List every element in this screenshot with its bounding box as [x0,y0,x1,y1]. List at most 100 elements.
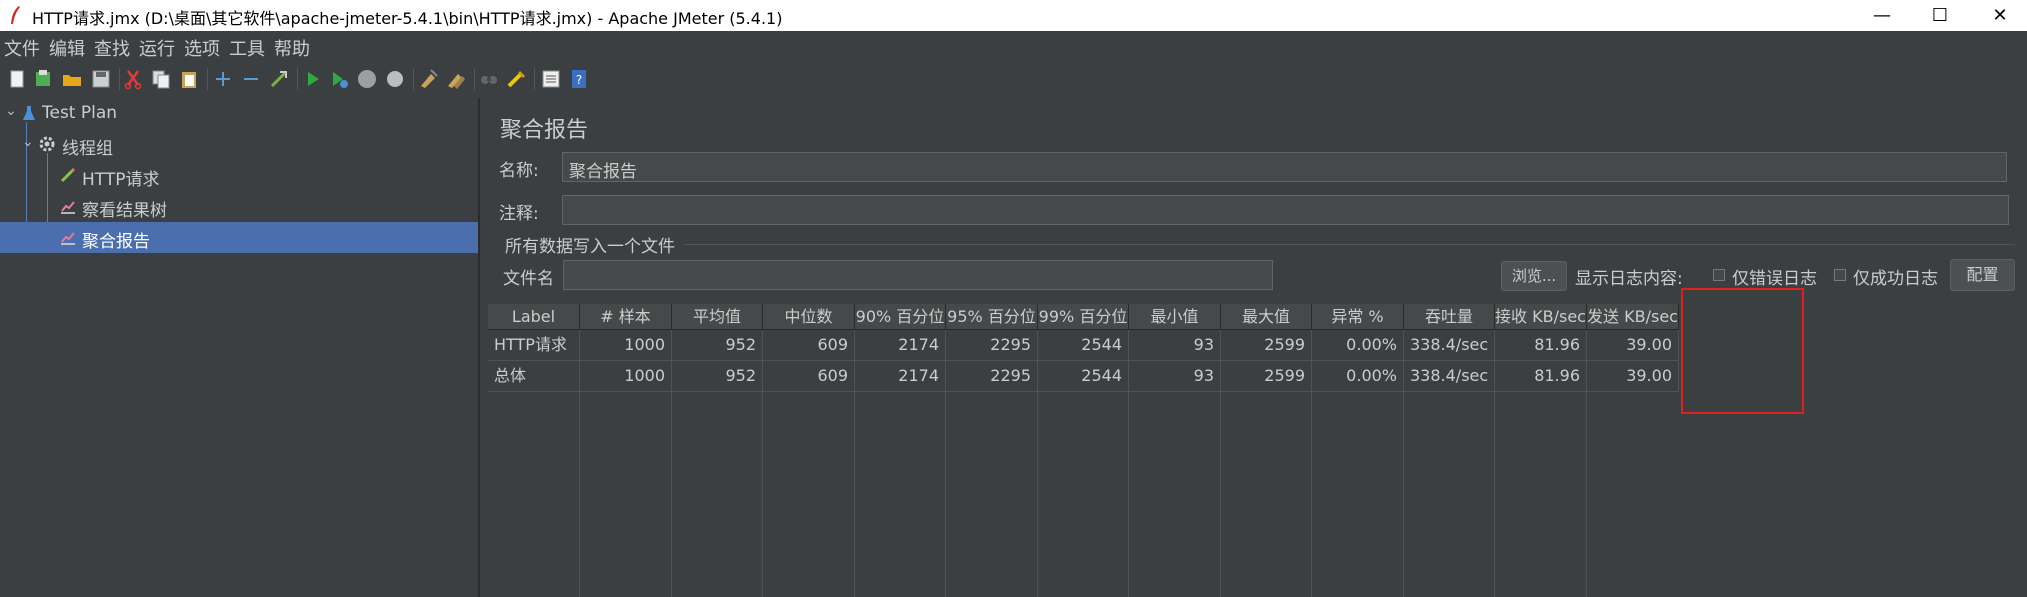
table-cell[interactable]: 952 [672,330,763,361]
collapse-icon[interactable] [240,68,262,90]
column-header-sent-kb[interactable]: 发送 KB/sec [1587,304,1679,330]
help-icon[interactable]: ? [568,68,590,90]
table-cell[interactable]: 338.4/sec [1404,330,1495,361]
flask-icon [23,106,35,120]
table-cell[interactable]: 39.00 [1587,361,1679,392]
column-header-samples[interactable]: # 样本 [580,304,672,330]
jmeter-feather-icon [11,6,20,24]
chevron-down-icon[interactable]: ⌄ [22,134,34,150]
tree-node-test-plan[interactable]: ⌄ Test Plan [0,98,478,129]
table-cell[interactable]: 338.4/sec [1404,361,1495,392]
window-title: HTTP请求.jmx (D:\桌面\其它软件\apache-jmeter-5.4… [32,9,783,28]
table-cell[interactable]: 1000 [580,361,672,392]
file-group-title: 所有数据写入一个文件 [505,237,675,257]
table-cell[interactable]: 2174 [855,361,946,392]
table-cell[interactable]: 39.00 [1587,330,1679,361]
table-cell[interactable]: 952 [672,361,763,392]
expand-icon[interactable] [212,68,234,90]
throughput-highlight-box [1681,288,1804,414]
clear-icon[interactable] [417,68,439,90]
column-header-label[interactable]: Label [488,304,580,330]
tree-node-thread-group[interactable]: ⌄ 线程组 [0,129,478,160]
page-title: 聚合报告 [500,118,589,143]
menu-search[interactable]: 查找 [94,35,130,61]
table-cell[interactable]: 2544 [1038,330,1129,361]
close-button[interactable]: ✕ [1970,0,2027,31]
table-cell[interactable]: 2599 [1221,361,1312,392]
menu-options[interactable]: 选项 [184,35,220,61]
errors-only-label: 仅错误日志 [1732,269,1817,289]
start-no-timers-icon[interactable] [328,68,350,90]
cut-icon[interactable] [122,68,144,90]
column-header-throughput[interactable]: 吞吐量 [1404,304,1495,330]
tree-node-view-results-tree[interactable]: 察看结果树 [0,191,478,222]
column-header-average[interactable]: 平均值 [672,304,763,330]
filename-field[interactable] [563,260,1273,290]
paste-icon[interactable] [178,68,200,90]
errors-only-checkbox[interactable] [1713,269,1725,281]
start-icon[interactable] [302,68,324,90]
chart-icon [61,201,75,214]
column-header-max[interactable]: 最大值 [1221,304,1312,330]
name-label: 名称: [499,161,539,181]
table-cell[interactable]: 2174 [855,330,946,361]
table-cell[interactable]: 81.96 [1495,361,1587,392]
search-icon[interactable] [478,68,500,90]
save-icon[interactable] [90,68,112,90]
browse-button[interactable]: 浏览... [1501,261,1567,291]
column-header-90-pct[interactable]: 90% 百分位 [855,304,946,330]
menu-edit[interactable]: 编辑 [49,35,85,61]
table-cell[interactable]: 2599 [1221,330,1312,361]
open-icon[interactable] [61,68,83,90]
filename-label: 文件名 [503,269,554,289]
log-content-label: 显示日志内容: [1575,269,1683,289]
table-cell[interactable]: 0.00% [1312,361,1404,392]
comment-field[interactable] [562,195,2009,225]
function-helper-icon[interactable] [540,68,562,90]
name-field[interactable]: 聚合报告 [562,152,2007,182]
column-header-min[interactable]: 最小值 [1129,304,1221,330]
templates-icon[interactable] [32,68,54,90]
minimize-button[interactable]: — [1852,0,1912,31]
reset-search-icon[interactable] [505,68,527,90]
column-header-95-pct[interactable]: 95% 百分位 [946,304,1038,330]
clear-all-icon[interactable] [445,68,467,90]
pencil-icon [60,167,76,183]
table-cell[interactable]: 0.00% [1312,330,1404,361]
window-title-bar: HTTP请求.jmx (D:\桌面\其它软件\apache-jmeter-5.4… [0,0,2027,31]
toggle-icon[interactable] [268,68,290,90]
success-only-checkbox[interactable] [1834,269,1846,281]
table-cell[interactable]: 609 [763,330,855,361]
table-cell[interactable]: 1000 [580,330,672,361]
shutdown-icon[interactable] [384,68,406,90]
menu-run[interactable]: 运行 [139,35,175,61]
column-header-99-pct[interactable]: 99% 百分位 [1038,304,1129,330]
chevron-down-icon[interactable]: ⌄ [5,103,17,119]
column-header-received-kb[interactable]: 接收 KB/sec [1495,304,1587,330]
table-cell[interactable]: 2295 [946,330,1038,361]
column-header-median[interactable]: 中位数 [763,304,855,330]
table-cell[interactable]: HTTP请求 [488,330,580,361]
table-cell[interactable]: 93 [1129,361,1221,392]
menu-bar: 文件 编辑 查找 运行 选项 工具 帮助 [0,31,2027,61]
new-icon[interactable] [6,68,28,90]
stop-icon[interactable] [356,68,378,90]
menu-help[interactable]: 帮助 [274,35,310,61]
tree-node-aggregate-report[interactable]: 聚合报告 [0,222,478,253]
menu-tools[interactable]: 工具 [229,35,265,61]
svg-text:?: ? [576,73,582,87]
table-cell[interactable]: 总体 [488,361,580,392]
table-cell[interactable]: 93 [1129,330,1221,361]
table-cell[interactable]: 2295 [946,361,1038,392]
table-cell[interactable]: 609 [763,361,855,392]
menu-file[interactable]: 文件 [4,35,40,61]
configure-button[interactable]: 配置 [1950,259,2015,291]
chart-icon [61,232,75,245]
table-cell[interactable]: 81.96 [1495,330,1587,361]
copy-icon[interactable] [150,68,172,90]
table-cell[interactable]: 2544 [1038,361,1129,392]
comment-label: 注释: [499,204,539,224]
maximize-button[interactable]: ☐ [1910,0,1970,31]
column-header-error-pct[interactable]: 异常 % [1312,304,1404,330]
tree-node-http-request[interactable]: HTTP请求 [0,160,478,191]
